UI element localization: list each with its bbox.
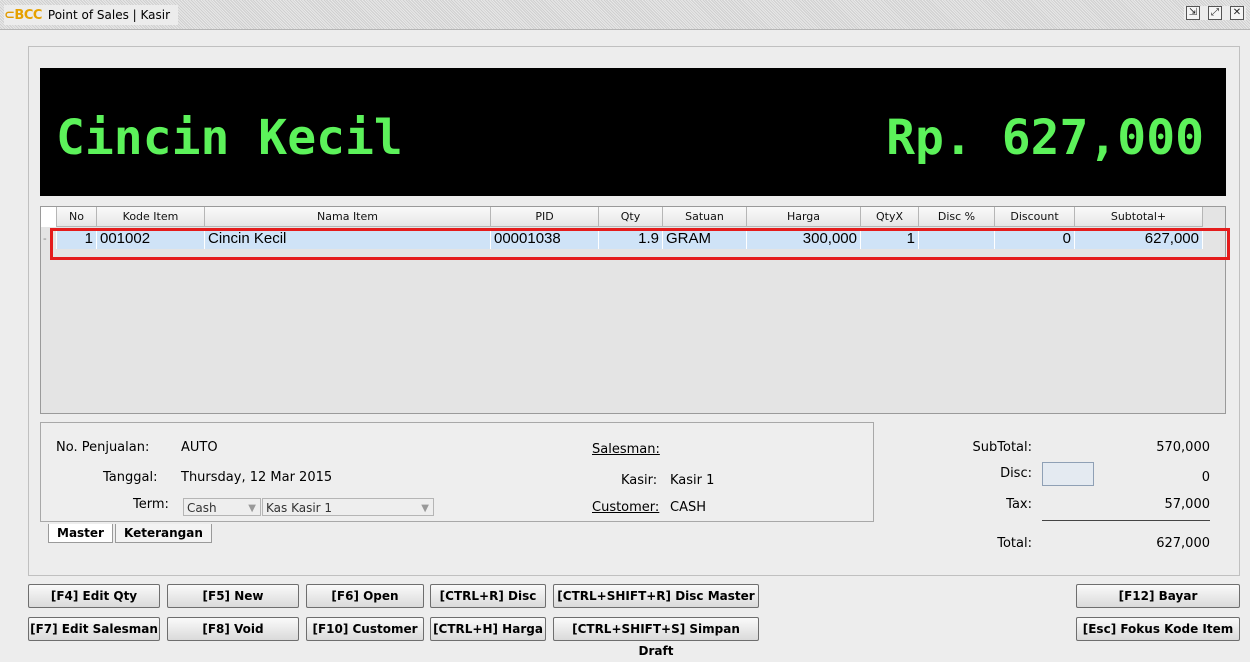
total-label: Total: (997, 536, 1032, 551)
customer-label[interactable]: Customer: (592, 500, 659, 515)
fokus-kode-item-button[interactable]: [Esc] Fokus Kode Item (1076, 617, 1240, 641)
col-no[interactable]: No (57, 207, 97, 227)
no-penjualan-label: No. Penjualan: (56, 440, 150, 455)
cell-subtotal: 627,000 (1075, 229, 1203, 249)
cell-disc-pct (919, 229, 995, 249)
col-pid[interactable]: PID (491, 207, 599, 227)
col-discount[interactable]: Discount (995, 207, 1075, 227)
kasir-value: Kasir 1 (670, 473, 715, 488)
col-disc-pct[interactable]: Disc % (919, 207, 995, 227)
col-subtotal[interactable]: Subtotal+ (1075, 207, 1203, 227)
cell-pid: 00001038 (491, 229, 599, 249)
edit-salesman-button[interactable]: [F7] Edit Salesman (28, 617, 160, 641)
cell-harga: 300,000 (747, 229, 861, 249)
col-harga[interactable]: Harga (747, 207, 861, 227)
row-indicator: - (41, 229, 57, 249)
customer-display: Cincin Kecil Rp. 627,000 (40, 68, 1226, 196)
maximize-icon[interactable]: ⤢ (1208, 6, 1222, 20)
display-item-name: Cincin Kecil (56, 110, 403, 166)
cell-qtyx: 1 (861, 229, 919, 249)
bayar-button[interactable]: [F12] Bayar (1076, 584, 1240, 608)
harga-button[interactable]: [CTRL+H] Harga (430, 617, 546, 641)
edit-qty-button[interactable]: [F4] Edit Qty (28, 584, 160, 608)
tab-bar: Master Keterangan (48, 524, 214, 543)
app-logo: ⊂ BCC (4, 7, 42, 23)
window-buttons: ⇲ ⤢ ✕ (1184, 6, 1246, 20)
chevron-down-icon: ▼ (248, 503, 256, 514)
cell-nama: Cincin Kecil (205, 229, 491, 249)
col-nama-item[interactable]: Nama Item (205, 207, 491, 227)
new-button[interactable]: [F5] New (167, 584, 299, 608)
total-divider (1042, 520, 1210, 521)
no-penjualan-value: AUTO (181, 440, 218, 455)
row-header-corner (41, 207, 57, 227)
cell-satuan: GRAM (663, 229, 747, 249)
customer-button[interactable]: [F10] Customer (306, 617, 424, 641)
kas-select[interactable]: Kas Kasir 1 ▼ (262, 498, 434, 516)
col-kode-item[interactable]: Kode Item (97, 207, 205, 227)
table-row[interactable]: - 1 001002 Cincin Kecil 00001038 1.9 GRA… (41, 229, 1203, 249)
disc-value: 0 (1201, 470, 1210, 485)
cell-discount: 0 (995, 229, 1075, 249)
simpan-draft-button[interactable]: [CTRL+SHIFT+S] Simpan Draft (553, 617, 759, 658)
tax-value: 57,000 (1164, 497, 1211, 512)
tanggal-value[interactable]: Thursday, 12 Mar 2015 (181, 470, 332, 485)
col-qtyx[interactable]: QtyX (861, 207, 919, 227)
display-total: Rp. 627,000 (886, 110, 1204, 166)
total-value: 627,000 (1156, 536, 1210, 551)
close-icon[interactable]: ✕ (1230, 6, 1244, 20)
cell-qty[interactable]: 1.9 (599, 229, 663, 249)
salesman-label[interactable]: Salesman: (592, 442, 660, 457)
disc-label: Disc: (1000, 466, 1032, 481)
customer-value: CASH (670, 500, 706, 515)
tanggal-label: Tanggal: (103, 470, 158, 485)
tab-master[interactable]: Master (48, 524, 113, 543)
subtotal-label: SubTotal: (972, 440, 1032, 455)
restore-icon[interactable]: ⇲ (1186, 6, 1200, 20)
grid-header: No Kode Item Nama Item PID Qty Satuan Ha… (41, 207, 1203, 227)
window-title: Point of Sales | Kasir (47, 8, 171, 22)
term-label: Term: (133, 497, 169, 512)
chevron-down-icon: ▼ (421, 503, 429, 514)
disc-button[interactable]: [CTRL+R] Disc (430, 584, 546, 608)
open-button[interactable]: [F6] Open (306, 584, 424, 608)
kasir-label: Kasir: (621, 473, 658, 488)
term-select[interactable]: Cash ▼ (183, 498, 261, 516)
cell-no: 1 (57, 229, 97, 249)
void-button[interactable]: [F8] Void (167, 617, 299, 641)
items-grid[interactable]: No Kode Item Nama Item PID Qty Satuan Ha… (40, 206, 1226, 414)
col-qty[interactable]: Qty (599, 207, 663, 227)
disc-master-button[interactable]: [CTRL+SHIFT+R] Disc Master (553, 584, 759, 608)
cell-kode[interactable]: 001002 (97, 229, 205, 249)
tax-label: Tax: (1006, 497, 1032, 512)
col-satuan[interactable]: Satuan (663, 207, 747, 227)
subtotal-value: 570,000 (1156, 440, 1210, 455)
disc-input[interactable] (1042, 462, 1094, 486)
tab-keterangan[interactable]: Keterangan (114, 524, 212, 543)
title-left: ⊂ BCC Point of Sales | Kasir (4, 5, 179, 25)
title-bar: ⊂ BCC Point of Sales | Kasir ⇲ ⤢ ✕ (0, 0, 1250, 30)
